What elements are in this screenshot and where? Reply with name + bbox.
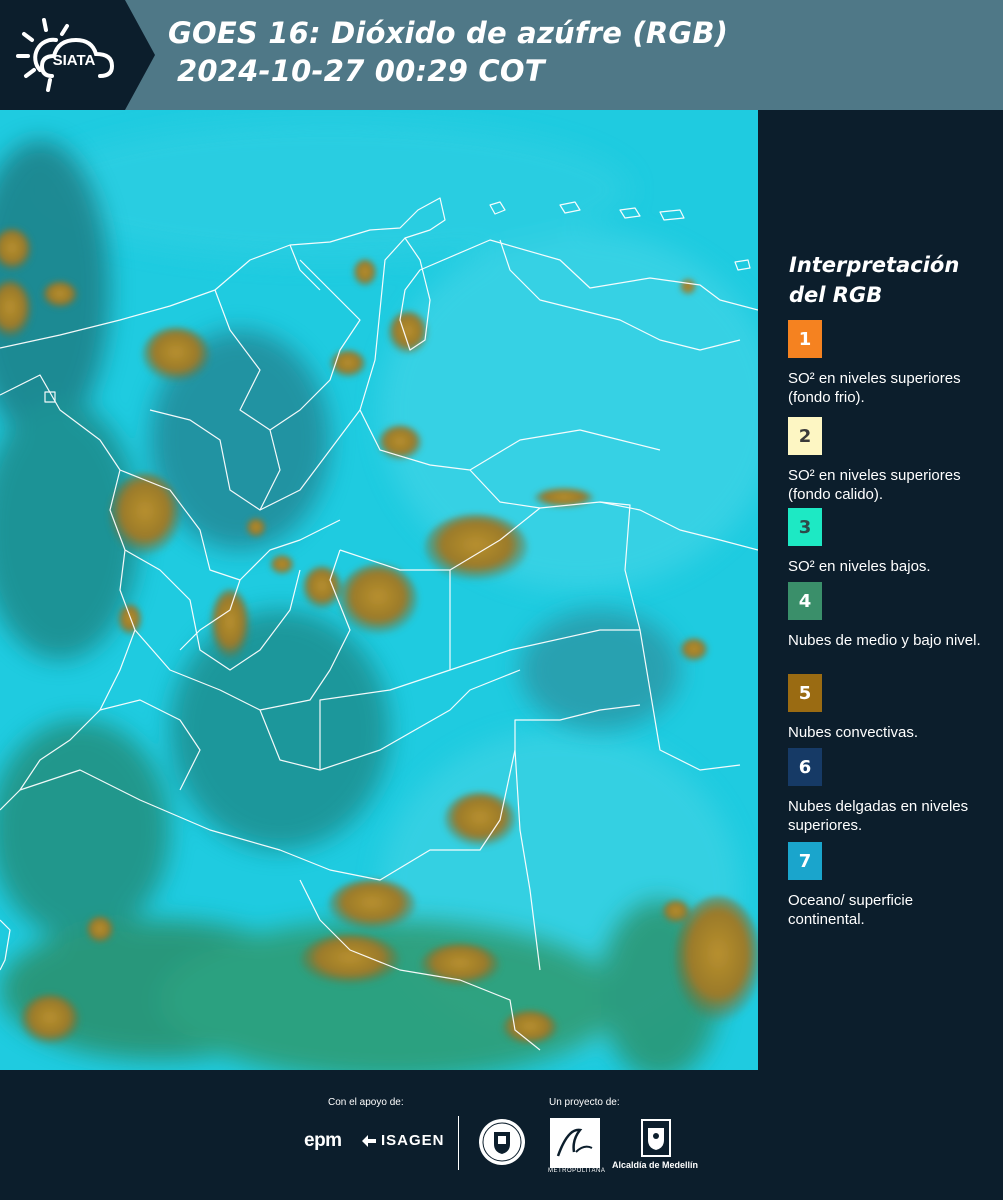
legend-item-4: 4 Nubes de medio y bajo nivel. bbox=[788, 582, 993, 650]
timestamp: 2024-10-27 00:29 COT bbox=[177, 54, 545, 88]
legend-swatch-4: 4 bbox=[788, 582, 822, 620]
satellite-image bbox=[0, 110, 758, 1070]
legend-label-5: Nubes convectivas. bbox=[788, 724, 919, 741]
legend-label-1: SO² en niveles superiores (fondo frio). bbox=[788, 370, 961, 406]
legend-title: Interpretación del RGB bbox=[789, 253, 960, 307]
siata-logo-text: SIATA bbox=[53, 52, 96, 69]
isagen-mark-icon bbox=[362, 1134, 376, 1147]
page-title: GOES 16: Dióxido de azúfre (RGB) bbox=[168, 16, 729, 50]
legend-panel: Interpretación del RGB 1 SO² en niveles … bbox=[760, 110, 1003, 1070]
alcaldia-shield-icon bbox=[641, 1119, 671, 1157]
legend-label-4: Nubes de medio y bajo nivel. bbox=[788, 632, 981, 649]
legend-item-2: 2 SO² en niveles superiores (fondo calid… bbox=[788, 417, 993, 504]
siata-logo: SIATA bbox=[0, 0, 155, 110]
legend-label-2: SO² en niveles superiores (fondo calido)… bbox=[788, 467, 961, 503]
epm-logo: epm bbox=[304, 1130, 342, 1151]
legend-item-7: 7 Oceano/ superficie continental. bbox=[788, 842, 993, 929]
medellin-seal-icon bbox=[479, 1119, 525, 1165]
area-metropolitana-logo-icon bbox=[550, 1118, 600, 1168]
footer: Con el apoyo de: Un proyecto de: epm ISA… bbox=[0, 1070, 1003, 1200]
area-metropolitana-text: METROPOLITANA bbox=[548, 1168, 606, 1174]
legend-item-5: 5 Nubes convectivas. bbox=[788, 674, 993, 742]
isagen-logo: ISAGEN bbox=[360, 1132, 445, 1149]
legend-swatch-3: 3 bbox=[788, 508, 822, 546]
legend-item-6: 6 Nubes delgadas en niveles superiores. bbox=[788, 748, 993, 835]
legend-swatch-2: 2 bbox=[788, 417, 822, 455]
support-label: Con el apoyo de: bbox=[328, 1097, 404, 1108]
project-label: Un proyecto de: bbox=[549, 1097, 620, 1108]
header-bar: SIATA GOES 16: Dióxido de azúfre (RGB) 2… bbox=[0, 0, 1003, 110]
legend-swatch-5: 5 bbox=[788, 674, 822, 712]
legend-label-3: SO² en niveles bajos. bbox=[788, 558, 931, 575]
footer-divider bbox=[458, 1116, 459, 1170]
legend-item-3: 3 SO² en niveles bajos. bbox=[788, 508, 993, 576]
legend-swatch-7: 7 bbox=[788, 842, 822, 880]
legend-label-6: Nubes delgadas en niveles superiores. bbox=[788, 798, 969, 834]
legend-swatch-1: 1 bbox=[788, 320, 822, 358]
siata-sun-cloud-icon: SIATA bbox=[16, 18, 115, 92]
legend-item-1: 1 SO² en niveles superiores (fondo frio)… bbox=[788, 320, 993, 407]
isagen-text: ISAGEN bbox=[381, 1132, 445, 1149]
satellite-map bbox=[0, 110, 758, 1070]
alcaldia-text: Alcaldía de Medellín bbox=[612, 1160, 699, 1170]
legend-label-7: Oceano/ superficie continental. bbox=[788, 892, 914, 928]
legend-swatch-6: 6 bbox=[788, 748, 822, 786]
